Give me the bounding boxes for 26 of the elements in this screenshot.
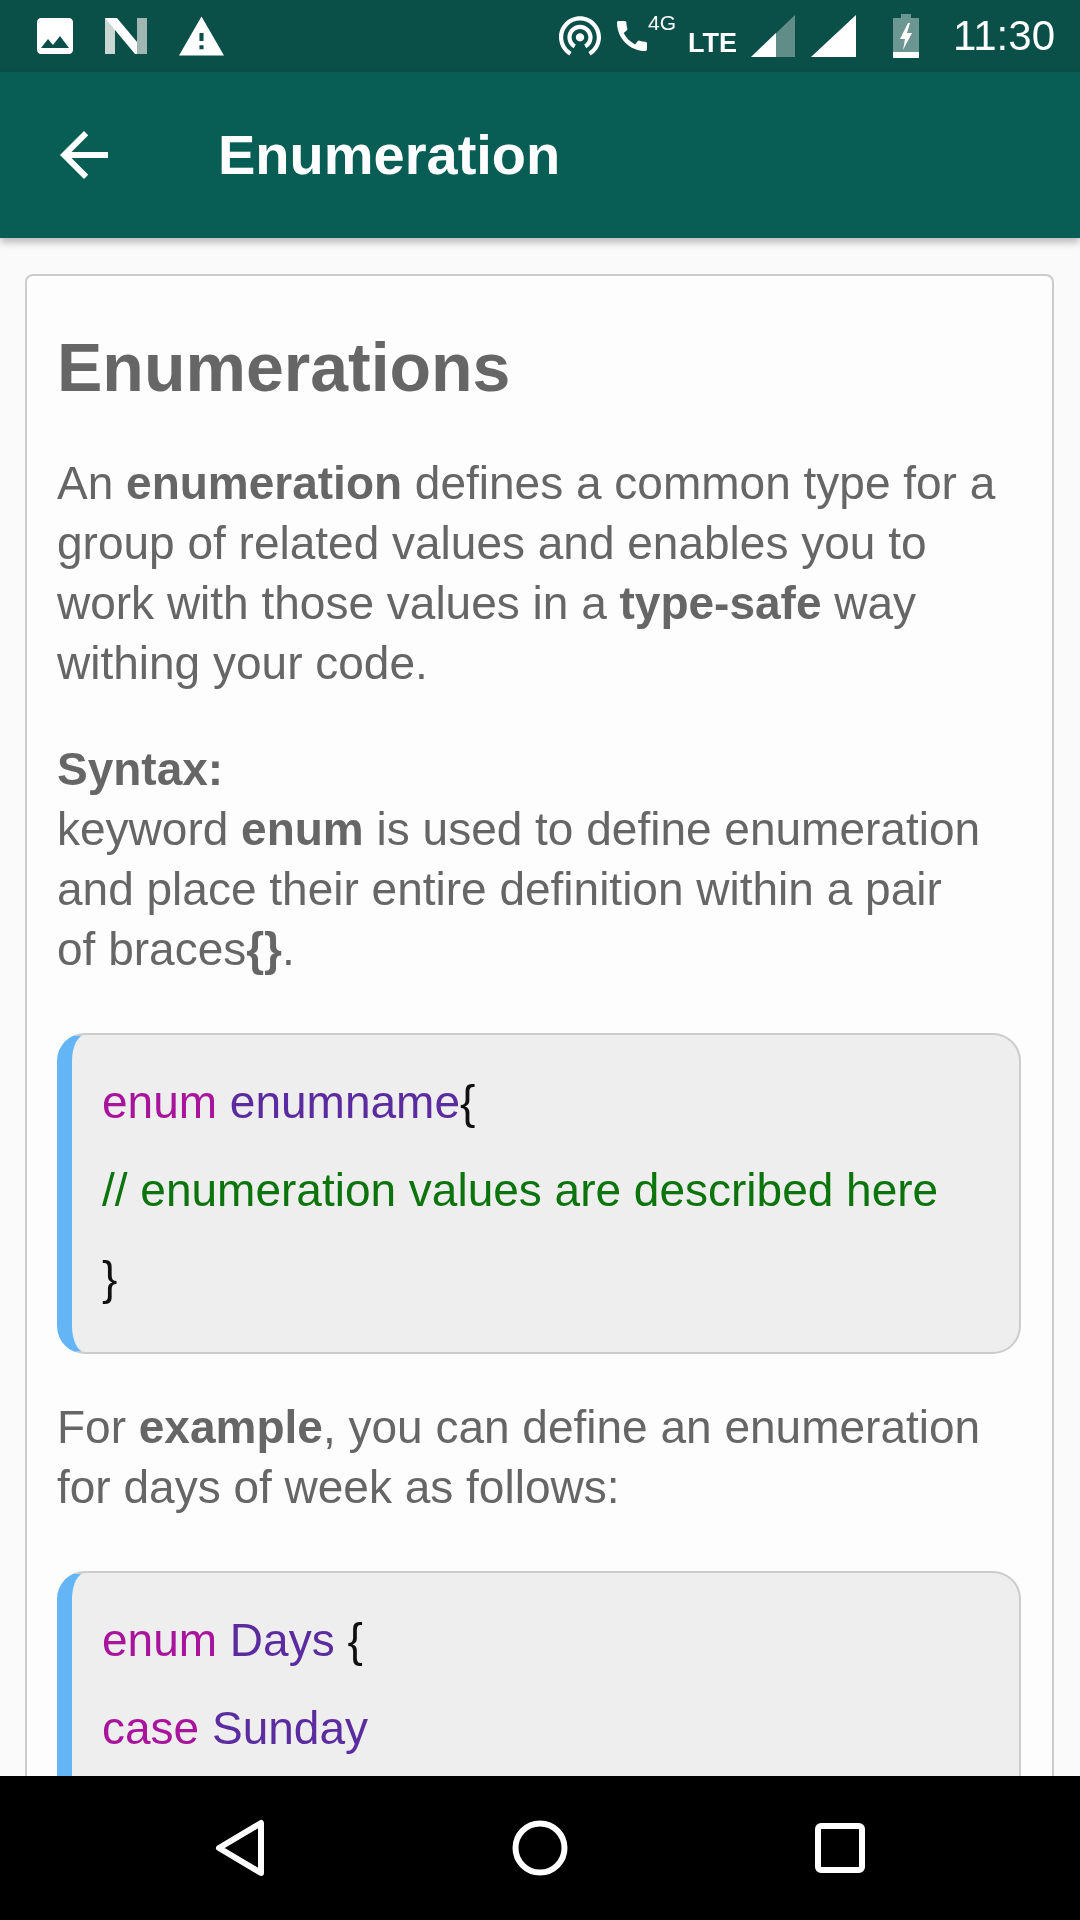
arrow-left-icon <box>60 131 108 179</box>
code-line: enum enumname{ <box>102 1075 477 1130</box>
paragraph: For example, you can define an enumeration for days of week as follows: <box>57 1400 982 1515</box>
phone-icon <box>617 20 647 52</box>
circle-icon <box>512 1820 568 1876</box>
paragraph: An enumeration defines a common type for a group of related values and enables you to work with those values in a type-safe way withing your code. <box>57 456 997 691</box>
signal-icon <box>811 15 856 57</box>
hotspot-icon <box>559 16 601 56</box>
paragraph: keyword enum is used to define enumeration and place their entire definition within a pair of braces{}. <box>57 802 982 977</box>
image-icon <box>37 18 73 54</box>
network-type-label: LTE <box>688 29 737 57</box>
code-line: case Sunday <box>102 1701 369 1756</box>
code-line: enum Days { <box>102 1613 364 1668</box>
square-icon <box>815 1823 865 1873</box>
network-generation-label: 4G <box>648 12 676 34</box>
logo-icon <box>105 18 147 54</box>
signal-icon <box>751 15 795 57</box>
screen-title: Enumeration <box>218 122 561 188</box>
code-line: // enumeration values are described here <box>102 1163 940 1218</box>
clock-time: 11:30 <box>953 12 1055 60</box>
triangle-icon <box>214 1818 266 1878</box>
warning-icon <box>179 16 224 56</box>
section-label: Syntax: <box>57 742 225 797</box>
article-heading: Enumerations <box>57 328 512 407</box>
battery-charging-icon <box>893 14 919 58</box>
code-line: } <box>102 1251 119 1306</box>
